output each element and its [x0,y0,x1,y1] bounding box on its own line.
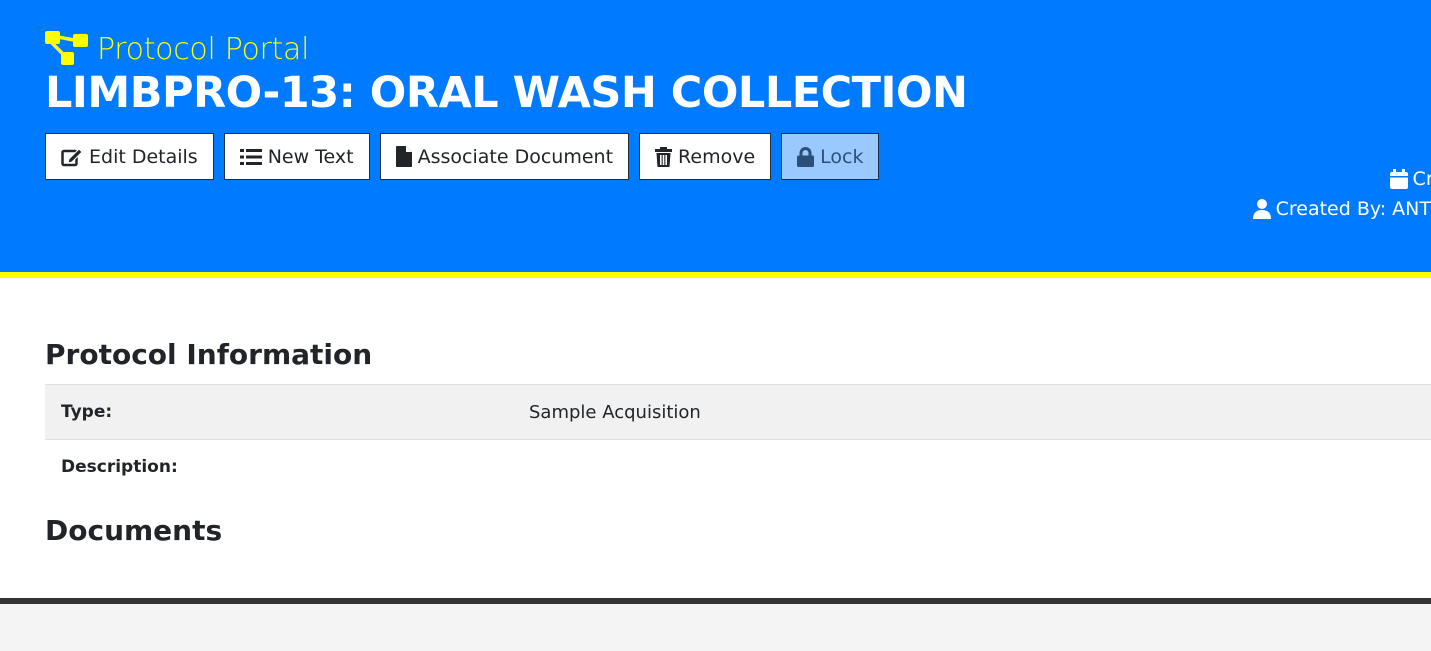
created-date-label: Creat [1412,168,1431,190]
remove-label: Remove [678,145,756,168]
calendar-icon [1389,169,1408,189]
protocol-information-heading: Protocol Information [45,338,373,371]
lock-button[interactable]: Lock [781,133,880,180]
documents-heading: Documents [45,514,223,547]
lock-icon [797,146,815,167]
description-label: Description: [61,457,178,477]
new-text-button[interactable]: New Text [223,133,370,180]
remove-button[interactable]: Remove [639,133,772,180]
edit-details-button[interactable]: Edit Details [45,133,214,180]
edit-icon [61,147,83,166]
trash-icon [655,146,673,167]
main-content: Protocol Information Type: Sample Acquis… [0,278,1431,598]
created-date: Creat [1253,164,1431,194]
protocol-meta: Creat Created By: ANT [1252,164,1431,224]
type-label: Type: [61,402,113,422]
new-text-label: New Text [267,145,354,168]
table-row: Type: Sample Acquisition [45,384,1431,440]
list-icon [239,148,262,165]
page-title: LIMBPRO-13: ORAL WASH COLLECTION [45,68,968,118]
description-value [513,440,1431,495]
edit-details-label: Edit Details [89,145,198,168]
file-icon [395,146,412,167]
table-row: Description: [45,440,1431,495]
page-header: Protocol Portal LIMBPRO-13: ORAL WASH CO… [0,0,1431,278]
lock-label: Lock [820,145,864,168]
associate-document-button[interactable]: Associate Document [379,133,630,180]
toolbar: Edit Details New Text Associate Document [45,133,889,180]
created-by: Created By: ANT [1252,194,1431,224]
brand[interactable]: Protocol Portal [45,31,309,67]
brand-name: Protocol Portal [97,31,310,67]
protocol-info-table: Type: Sample Acquisition Description: [45,384,1431,494]
type-value: Sample Acquisition [529,401,701,423]
user-icon [1252,199,1271,219]
page-footer [0,604,1431,651]
created-by-label: Created By: ANT [1275,198,1431,220]
associate-document-label: Associate Document [417,145,614,168]
sitemap-icon [45,31,88,65]
